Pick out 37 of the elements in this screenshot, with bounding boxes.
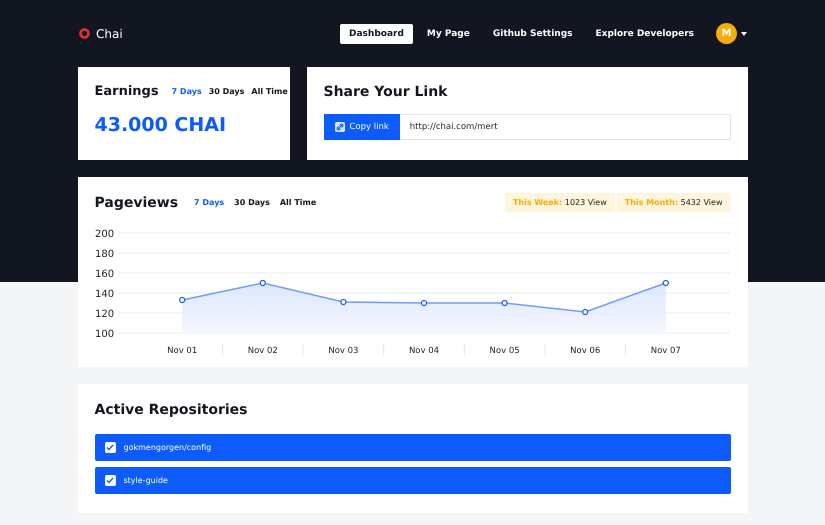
range-tab[interactable]: 7 Days [194, 198, 224, 207]
axis-label: Nov 04 [408, 346, 439, 356]
nav-link[interactable]: Github Settings [484, 24, 582, 44]
axis-label: Nov 03 [328, 346, 358, 356]
axis-label: Nov 05 [489, 346, 520, 356]
nav-link[interactable]: My Page [418, 24, 479, 44]
repository-item[interactable]: gokmengorgen/config [94, 434, 730, 461]
axis-label: 100 [94, 329, 114, 340]
range-tab[interactable]: 30 Days [234, 198, 270, 207]
copy-link-button[interactable]: Copy link [324, 114, 400, 140]
card-title: Share Your Link [324, 84, 448, 100]
range-tab[interactable]: 7 Days [172, 87, 202, 96]
card-title: Active Repositories [94, 402, 249, 418]
axis-label: 160 [94, 269, 114, 280]
range-tab[interactable]: All Time [251, 87, 288, 96]
axis-label: 120 [94, 309, 114, 320]
stat-badge: This Week: 1023 View [504, 193, 615, 212]
earnings-amount: 43.000 CHAI [94, 114, 228, 136]
axis-label: 140 [94, 289, 114, 300]
axis-label: Nov 06 [570, 346, 600, 356]
link-field[interactable]: http://chai.com/mert [400, 114, 730, 140]
nav-link[interactable]: Explore Developers [586, 24, 703, 44]
axis-label: Nov 07 [650, 346, 680, 356]
axis-label: Nov 02 [247, 346, 278, 356]
axis-label: Nov 01 [166, 346, 197, 356]
axis-label: 180 [94, 249, 114, 260]
repository-item[interactable]: style-guide [94, 467, 730, 494]
card-title: Pageviews [94, 194, 178, 210]
range-tab[interactable]: 30 Days [208, 87, 244, 96]
range-tab[interactable]: All Time [280, 198, 316, 207]
axis-label: 200 [94, 229, 114, 240]
repository-name: style-guide [124, 476, 168, 485]
nav-link[interactable]: Dashboard [340, 24, 413, 44]
brand-name: Chai [96, 26, 123, 40]
stat-badge: This Month: 5432 View [616, 193, 730, 212]
card-title: Earnings [94, 84, 159, 99]
repository-name: gokmengorgen/config [124, 443, 212, 452]
